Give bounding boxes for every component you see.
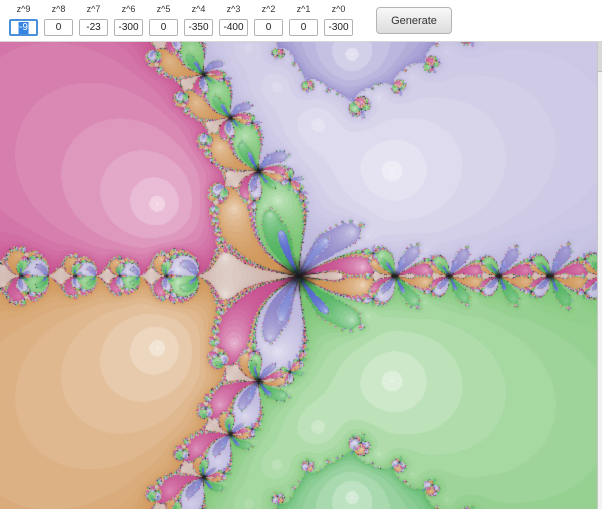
coefficient-label: z^0 <box>331 4 346 14</box>
coefficient-field: z^6 <box>111 0 146 36</box>
coefficient-input[interactable] <box>324 19 353 36</box>
coefficient-label: z^8 <box>51 4 66 14</box>
coefficients-toolbar: z^9-9 z^8 z^7 z^6 z^5 z^4 z^3 z^2 z^1 z^0 Generat… <box>0 0 602 42</box>
coefficient-field: z^1 <box>286 0 321 36</box>
coefficient-label: z^4 <box>191 4 206 14</box>
fractal-canvas[interactable] <box>0 42 597 509</box>
coefficient-field: z^8 <box>41 0 76 36</box>
coefficient-field: z^9 -9 <box>6 0 41 36</box>
fractal-generator-app: z^9-9 z^8 z^7 z^6 z^5 z^4 z^3 z^2 z^1 z^0 Generat… <box>0 0 602 509</box>
coefficient-label: z^2 <box>261 4 276 14</box>
coefficient-input[interactable] <box>219 19 248 36</box>
coefficient-input[interactable] <box>44 19 73 36</box>
coefficient-input[interactable] <box>149 19 178 36</box>
coefficient-field: z^3 <box>216 0 251 36</box>
coefficient-label: z^7 <box>86 4 101 14</box>
coefficient-label: z^6 <box>121 4 136 14</box>
vertical-scrollbar[interactable] <box>597 42 602 509</box>
coefficient-field: z^5 <box>146 0 181 36</box>
coefficient-fields: z^9-9 z^8 z^7 z^6 z^5 z^4 z^3 z^2 z^1 z^0 <box>0 0 356 36</box>
coefficient-label: z^9 <box>16 4 31 14</box>
coefficient-label: z^1 <box>296 4 311 14</box>
coefficient-field: z^7 <box>76 0 111 36</box>
coefficient-label: z^3 <box>226 4 241 14</box>
coefficient-input[interactable] <box>114 19 143 36</box>
fractal-viewport <box>0 42 602 509</box>
coefficient-label: z^5 <box>156 4 171 14</box>
coefficient-input[interactable] <box>9 19 38 36</box>
coefficient-field: z^2 <box>251 0 286 36</box>
coefficient-input[interactable] <box>254 19 283 36</box>
scrollbar-thumb[interactable] <box>598 42 602 72</box>
coefficient-input[interactable] <box>79 19 108 36</box>
coefficient-field: z^4 <box>181 0 216 36</box>
coefficient-input[interactable] <box>184 19 213 36</box>
generate-button[interactable]: Generate <box>376 7 452 34</box>
coefficient-input[interactable] <box>289 19 318 36</box>
coefficient-field: z^0 <box>321 0 356 36</box>
